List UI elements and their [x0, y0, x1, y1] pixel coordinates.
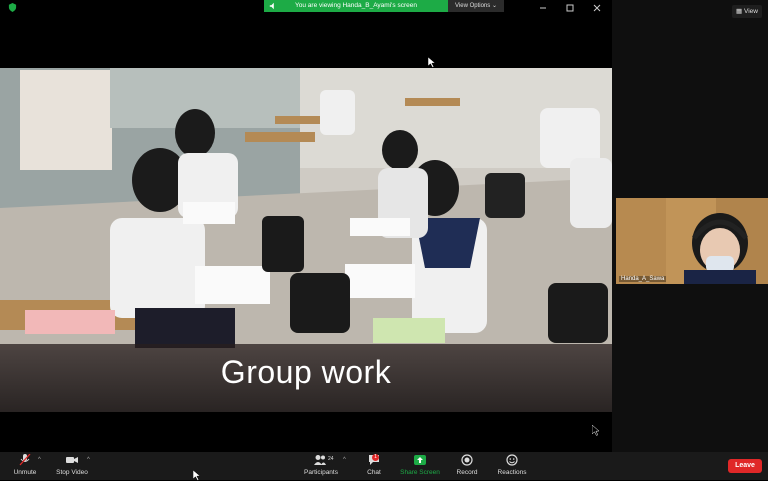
- video-options-caret[interactable]: ^: [87, 457, 90, 463]
- mouse-cursor-icon: [428, 57, 436, 68]
- reactions-label: Reactions: [497, 469, 527, 476]
- leave-button[interactable]: Leave: [728, 459, 762, 473]
- share-screen-icon: [414, 455, 426, 465]
- shield-icon: [8, 3, 17, 12]
- mouse-cursor-icon: [193, 470, 201, 481]
- caption-text: Group work: [220, 354, 392, 390]
- minimize-icon[interactable]: [539, 4, 547, 12]
- view-options-button[interactable]: View Options ⌄: [448, 0, 504, 12]
- mouse-cursor-icon: [592, 425, 600, 436]
- reactions-button[interactable]: Reactions: [495, 454, 529, 476]
- speaker-icon: [269, 2, 274, 10]
- stop-video-label: Stop Video: [56, 469, 88, 476]
- participant-video-image: [616, 198, 768, 284]
- screen-share-banner: You are viewing Handa_B_Ayami's screen: [264, 0, 448, 12]
- window-top-bar: You are viewing Handa_B_Ayami's screen V…: [0, 0, 612, 14]
- audio-options-caret[interactable]: ^: [38, 457, 41, 463]
- participants-label: Participants: [304, 469, 338, 476]
- participants-panel: ▦ View Handa_A_Sawa: [612, 0, 768, 452]
- unmute-label: Unmute: [13, 469, 37, 476]
- share-screen-label: Share Screen: [400, 469, 440, 476]
- record-button[interactable]: Record: [453, 454, 481, 476]
- participants-count: 24: [328, 456, 334, 462]
- participants-button[interactable]: 24 Participants: [301, 454, 341, 476]
- close-icon[interactable]: [593, 4, 601, 12]
- smiley-icon: [506, 454, 518, 466]
- participant-name-label: Handa_A_Sawa: [619, 276, 667, 282]
- chat-label: Chat: [367, 469, 381, 476]
- stop-video-button[interactable]: Stop Video: [54, 454, 90, 476]
- participants-options-caret[interactable]: ^: [343, 457, 346, 463]
- record-icon: [461, 454, 473, 466]
- view-button-label: View: [743, 8, 758, 15]
- share-screen-button[interactable]: Share Screen: [397, 454, 443, 476]
- unmute-button[interactable]: Unmute: [10, 454, 40, 476]
- video-camera-icon: [66, 457, 78, 463]
- record-label: Record: [456, 469, 478, 476]
- participants-icon: [314, 455, 326, 465]
- shared-screen-video: Group work: [0, 68, 612, 412]
- view-grid-icon: ▦: [736, 8, 743, 15]
- view-button[interactable]: ▦ View: [732, 5, 762, 18]
- share-banner-text: You are viewing Handa_B_Ayami's screen: [295, 2, 417, 9]
- meeting-toolbar: Unmute ^ Stop Video ^ 24 Participants ^ …: [0, 452, 768, 480]
- mic-muted-icon: [19, 454, 31, 466]
- maximize-icon[interactable]: [566, 4, 574, 12]
- chat-unread-badge: 1: [372, 454, 379, 461]
- participant-video-tile[interactable]: Handa_A_Sawa: [616, 198, 768, 284]
- chat-button[interactable]: 1 Chat: [362, 454, 386, 476]
